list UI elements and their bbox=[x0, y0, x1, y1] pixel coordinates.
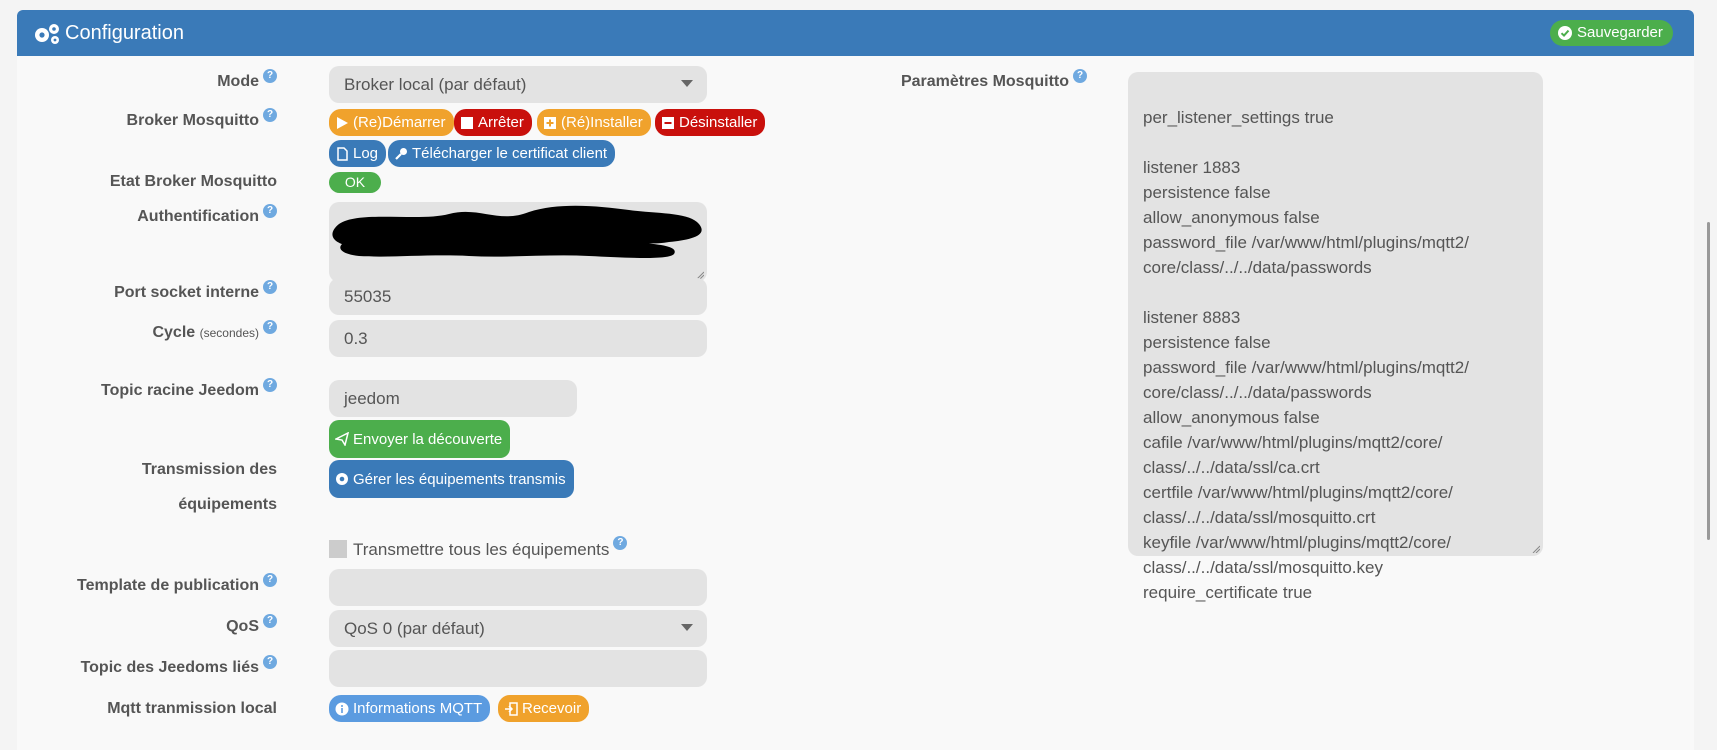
install-broker-button[interactable]: (Ré)Installer bbox=[537, 109, 651, 136]
transmit-all-label: Transmettre tous les équipements? bbox=[353, 536, 628, 560]
plus-square-icon bbox=[544, 116, 556, 129]
help-icon[interactable]: ? bbox=[263, 69, 277, 83]
help-icon[interactable]: ? bbox=[263, 280, 277, 294]
port-input[interactable]: 55035 bbox=[329, 278, 707, 315]
help-icon[interactable]: ? bbox=[263, 378, 277, 392]
mode-label: Mode? bbox=[17, 69, 277, 91]
template-label-text: Template de publication bbox=[77, 577, 259, 594]
download-cert-label: Télécharger le certificat client bbox=[412, 145, 608, 162]
cycle-label-text: Cycle bbox=[152, 324, 196, 341]
status-badge: OK bbox=[329, 172, 381, 193]
save-label: Sauvegarder bbox=[1577, 24, 1663, 41]
log-button[interactable]: Log bbox=[329, 140, 387, 167]
mode-label-text: Mode bbox=[217, 73, 259, 90]
template-label: Template de publication? bbox=[17, 573, 277, 595]
linked-topics-label-text: Topic des Jeedoms liés bbox=[80, 659, 259, 676]
log-label: Log bbox=[353, 145, 379, 162]
install-label: (Ré)Installer bbox=[561, 114, 643, 131]
transmit-all-checkbox[interactable] bbox=[329, 540, 347, 558]
cycle-unit: (secondes) bbox=[199, 326, 259, 340]
topic-root-input[interactable]: jeedom bbox=[329, 380, 577, 417]
broker-label: Broker Mosquitto? bbox=[17, 108, 277, 130]
cycle-input[interactable]: 0.3 bbox=[329, 320, 707, 357]
mqtt-local-label: Mqtt tranmission local bbox=[107, 700, 277, 717]
transmission-label-line2: équipements bbox=[178, 496, 277, 513]
uninstall-broker-button[interactable]: Désinstaller bbox=[655, 109, 766, 136]
template-input[interactable] bbox=[329, 569, 707, 606]
redacted-mark bbox=[332, 205, 702, 258]
qos-label: QoS? bbox=[17, 614, 277, 636]
send-discovery-button[interactable]: Envoyer la découverte bbox=[329, 420, 511, 458]
qos-label-text: QoS bbox=[226, 618, 259, 635]
resize-handle-icon[interactable] bbox=[1532, 545, 1540, 553]
download-cert-button[interactable]: Télécharger le certificat client bbox=[388, 140, 616, 167]
stop-broker-button[interactable]: Arrêter bbox=[454, 109, 532, 136]
qos-value: QoS 0 (par défaut) bbox=[344, 619, 485, 638]
help-icon[interactable]: ? bbox=[263, 655, 277, 669]
receive-button[interactable]: Recevoir bbox=[498, 695, 590, 722]
auth-label-text: Authentification bbox=[137, 208, 259, 225]
minus-square-icon bbox=[662, 116, 674, 129]
mqtt-info-label: Informations MQTT bbox=[353, 700, 483, 717]
play-icon bbox=[337, 116, 348, 129]
state-label: Etat Broker Mosquitto bbox=[109, 173, 277, 190]
key-icon bbox=[395, 147, 407, 160]
help-icon[interactable]: ? bbox=[263, 320, 277, 334]
restart-broker-button[interactable]: (Re)Démarrer bbox=[329, 109, 454, 136]
manage-equipment-button[interactable]: Gérer les équipements transmis bbox=[329, 460, 574, 498]
receive-label: Recevoir bbox=[522, 700, 582, 717]
stop-icon bbox=[461, 116, 473, 129]
auth-label: Authentification? bbox=[17, 204, 277, 226]
paper-plane-icon bbox=[335, 432, 349, 446]
linked-topics-label: Topic des Jeedoms liés? bbox=[17, 655, 277, 677]
help-icon[interactable]: ? bbox=[1073, 69, 1087, 83]
help-icon[interactable]: ? bbox=[263, 204, 277, 218]
check-circle-icon bbox=[1558, 26, 1572, 40]
qos-select[interactable]: QoS 0 (par défaut) bbox=[329, 610, 707, 647]
gear-icon bbox=[336, 473, 348, 485]
mqtt-info-button[interactable]: Informations MQTT bbox=[329, 695, 491, 722]
page-title: Configuration bbox=[65, 22, 184, 44]
uninstall-label: Désinstaller bbox=[679, 114, 758, 131]
help-icon[interactable]: ? bbox=[263, 614, 277, 628]
chevron-down-icon bbox=[681, 624, 693, 631]
mosquitto-params-value: per_listener_settings true listener 1883… bbox=[1143, 108, 1469, 602]
port-label: Port socket interne? bbox=[17, 280, 277, 302]
mosquitto-params-textarea[interactable]: per_listener_settings true listener 1883… bbox=[1128, 72, 1543, 602]
config-panel: Configuration Sauvegarder Mode? Broker l… bbox=[17, 10, 1694, 750]
restart-label: (Re)Démarrer bbox=[353, 114, 446, 131]
topic-root-label: Topic racine Jeedom? bbox=[17, 378, 277, 400]
file-icon bbox=[337, 146, 348, 161]
auth-textarea[interactable] bbox=[329, 202, 707, 282]
sign-in-icon bbox=[505, 701, 518, 716]
mosquitto-params-label: Paramètres Mosquitto? bbox=[817, 69, 1087, 91]
chevron-down-icon bbox=[681, 80, 693, 87]
transmission-label-line1: Transmission des bbox=[141, 461, 277, 478]
mode-select[interactable]: Broker local (par défaut) bbox=[329, 66, 707, 103]
save-button[interactable]: Sauvegarder bbox=[1550, 20, 1673, 46]
manage-equipment-label: Gérer les équipements transmis bbox=[353, 470, 566, 488]
cycle-label: Cycle (secondes)? bbox=[17, 320, 277, 342]
mode-value: Broker local (par défaut) bbox=[344, 75, 527, 94]
transmit-all-text: Transmettre tous les équipements bbox=[353, 540, 610, 559]
broker-label-text: Broker Mosquitto bbox=[126, 112, 259, 129]
gears-icon bbox=[35, 24, 59, 44]
page-scrollbar[interactable] bbox=[1707, 222, 1710, 540]
mosquitto-params-label-text: Paramètres Mosquitto bbox=[900, 73, 1069, 90]
panel-header: Configuration Sauvegarder bbox=[17, 10, 1694, 56]
info-circle-icon bbox=[335, 702, 349, 715]
help-icon[interactable]: ? bbox=[263, 573, 277, 587]
send-discovery-label: Envoyer la découverte bbox=[353, 430, 503, 448]
help-icon[interactable]: ? bbox=[263, 108, 277, 122]
port-label-text: Port socket interne bbox=[114, 284, 259, 301]
linked-topics-input[interactable] bbox=[329, 650, 707, 687]
topic-root-label-text: Topic racine Jeedom bbox=[101, 382, 259, 399]
stop-label: Arrêter bbox=[478, 114, 524, 131]
help-icon[interactable]: ? bbox=[613, 536, 628, 550]
